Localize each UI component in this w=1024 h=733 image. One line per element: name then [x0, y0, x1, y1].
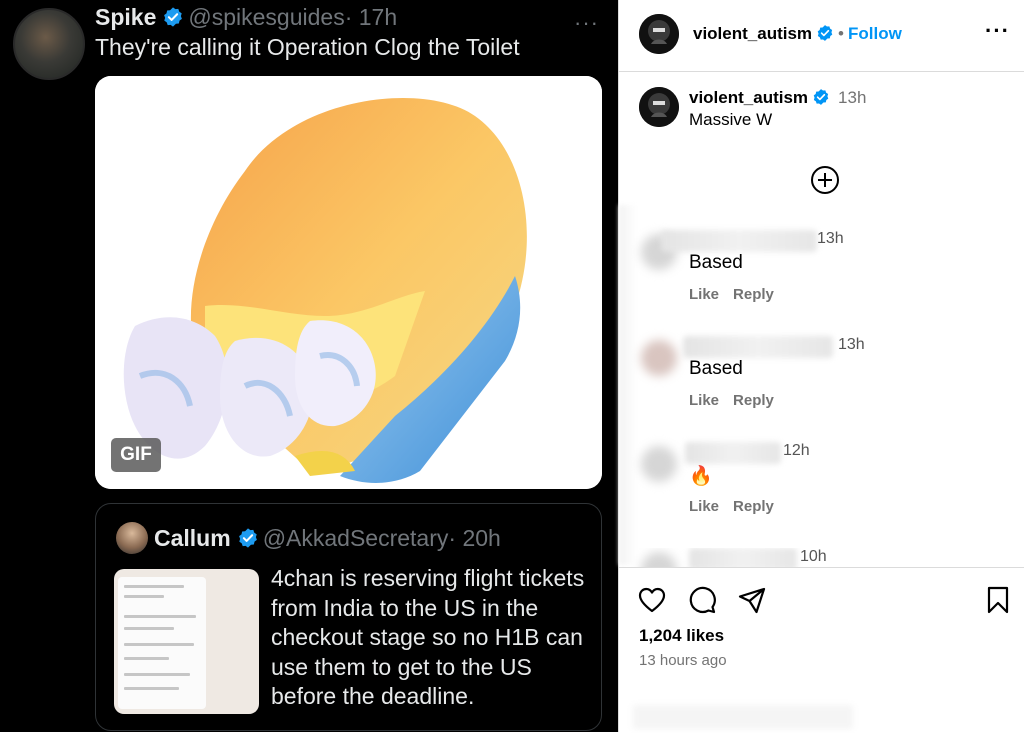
username[interactable]: violent_autism: [693, 24, 812, 43]
quote-header: Callum @AkkadSecretary· 20h: [154, 525, 501, 552]
comment: 13h Based Like Reply: [619, 230, 1024, 330]
comment-time: 13h: [817, 230, 844, 247]
gif-media[interactable]: [95, 76, 602, 489]
add-comment-icon[interactable]: [810, 165, 840, 195]
likes-count[interactable]: 1,204 likes: [639, 626, 724, 646]
tweet-time: · 17h: [344, 4, 398, 30]
post-date: 13 hours ago: [639, 652, 727, 669]
username[interactable]: violent_autism: [689, 88, 808, 107]
separator-dot: •: [838, 24, 844, 43]
tweet-screenshot: Spike @spikesguides· 17h ··· They're call…: [0, 0, 618, 732]
comment-text: 🔥: [689, 466, 713, 487]
gorilla-avatar-icon: [639, 14, 679, 54]
comment-text: Based: [689, 358, 743, 379]
reply-button[interactable]: Reply: [733, 286, 774, 303]
like-button[interactable]: Like: [689, 498, 719, 515]
comment-input-area[interactable]: [633, 705, 853, 729]
follow-button[interactable]: Follow: [848, 24, 902, 43]
blurred-username: [661, 230, 817, 252]
comment: 12h 🔥 Like Reply: [619, 442, 1024, 542]
blurred-username: [689, 548, 797, 567]
reply-button[interactable]: Reply: [733, 392, 774, 409]
comment-time: 12h: [783, 442, 810, 459]
avatar[interactable]: [641, 340, 677, 376]
comment-actions: Like Reply: [689, 498, 788, 515]
author-name[interactable]: Callum: [154, 525, 231, 551]
tweet-text: They're calling it Operation Clog the To…: [95, 34, 520, 60]
quote-text: 4chan is reserving flight tickets from I…: [271, 565, 585, 709]
comment-actions: Like Reply: [689, 286, 788, 303]
author-handle[interactable]: @AkkadSecretary: [263, 525, 449, 551]
blurred-document: [118, 577, 206, 709]
comment: 10h: [619, 548, 1024, 567]
comment-time: 13h: [838, 336, 865, 353]
avatar[interactable]: [639, 14, 679, 54]
post-footer: 1,204 likes 13 hours ago: [619, 567, 1024, 733]
more-icon[interactable]: ···: [574, 10, 599, 36]
avatar[interactable]: [641, 552, 677, 567]
verified-badge-icon: [164, 7, 183, 27]
verified-badge-icon: [817, 25, 833, 41]
share-icon[interactable]: [737, 585, 767, 615]
avatar[interactable]: [641, 446, 677, 482]
comment-actions: Like Reply: [689, 392, 788, 409]
toilet-paper-illustration: [95, 76, 602, 489]
blurred-username: [683, 336, 833, 358]
author-name[interactable]: Spike: [95, 4, 156, 30]
verified-badge-icon: [238, 528, 257, 548]
post-header: violent_autism • Follow ···: [619, 0, 1024, 72]
gorilla-avatar-icon: [639, 87, 679, 127]
quoted-tweet[interactable]: Callum @AkkadSecretary· 20h 4chan is rese…: [95, 503, 602, 731]
like-button[interactable]: Like: [689, 286, 719, 303]
bookmark-icon[interactable]: [983, 585, 1013, 615]
verified-badge-icon: [813, 89, 829, 105]
like-button[interactable]: Like: [689, 392, 719, 409]
heart-icon[interactable]: [637, 585, 667, 615]
post-caption: Massive W: [689, 110, 773, 129]
comment-text: Based: [689, 252, 743, 273]
tweet-header: Spike @spikesguides· 17h: [95, 4, 397, 31]
comment: 13h Based Like Reply: [619, 336, 1024, 436]
avatar[interactable]: [639, 87, 679, 127]
comment-icon[interactable]: [687, 585, 717, 615]
tweet-time: · 20h: [448, 525, 501, 551]
author-handle[interactable]: @spikesguides: [188, 4, 344, 30]
avatar[interactable]: [13, 8, 85, 80]
header-user-row: violent_autism • Follow: [693, 24, 902, 44]
comment-time: 10h: [800, 548, 827, 565]
post-time: 13h: [838, 88, 867, 107]
quote-thumbnail[interactable]: [114, 569, 259, 714]
avatar[interactable]: [116, 522, 148, 554]
gif-badge[interactable]: GIF: [111, 438, 161, 472]
reply-button[interactable]: Reply: [733, 498, 774, 515]
more-icon[interactable]: ···: [985, 18, 1010, 44]
blurred-username: [685, 442, 781, 464]
caption-user-row: violent_autism 13h: [689, 88, 866, 108]
instagram-post-panel: violent_autism • Follow ··· violent_autism…: [618, 0, 1024, 733]
